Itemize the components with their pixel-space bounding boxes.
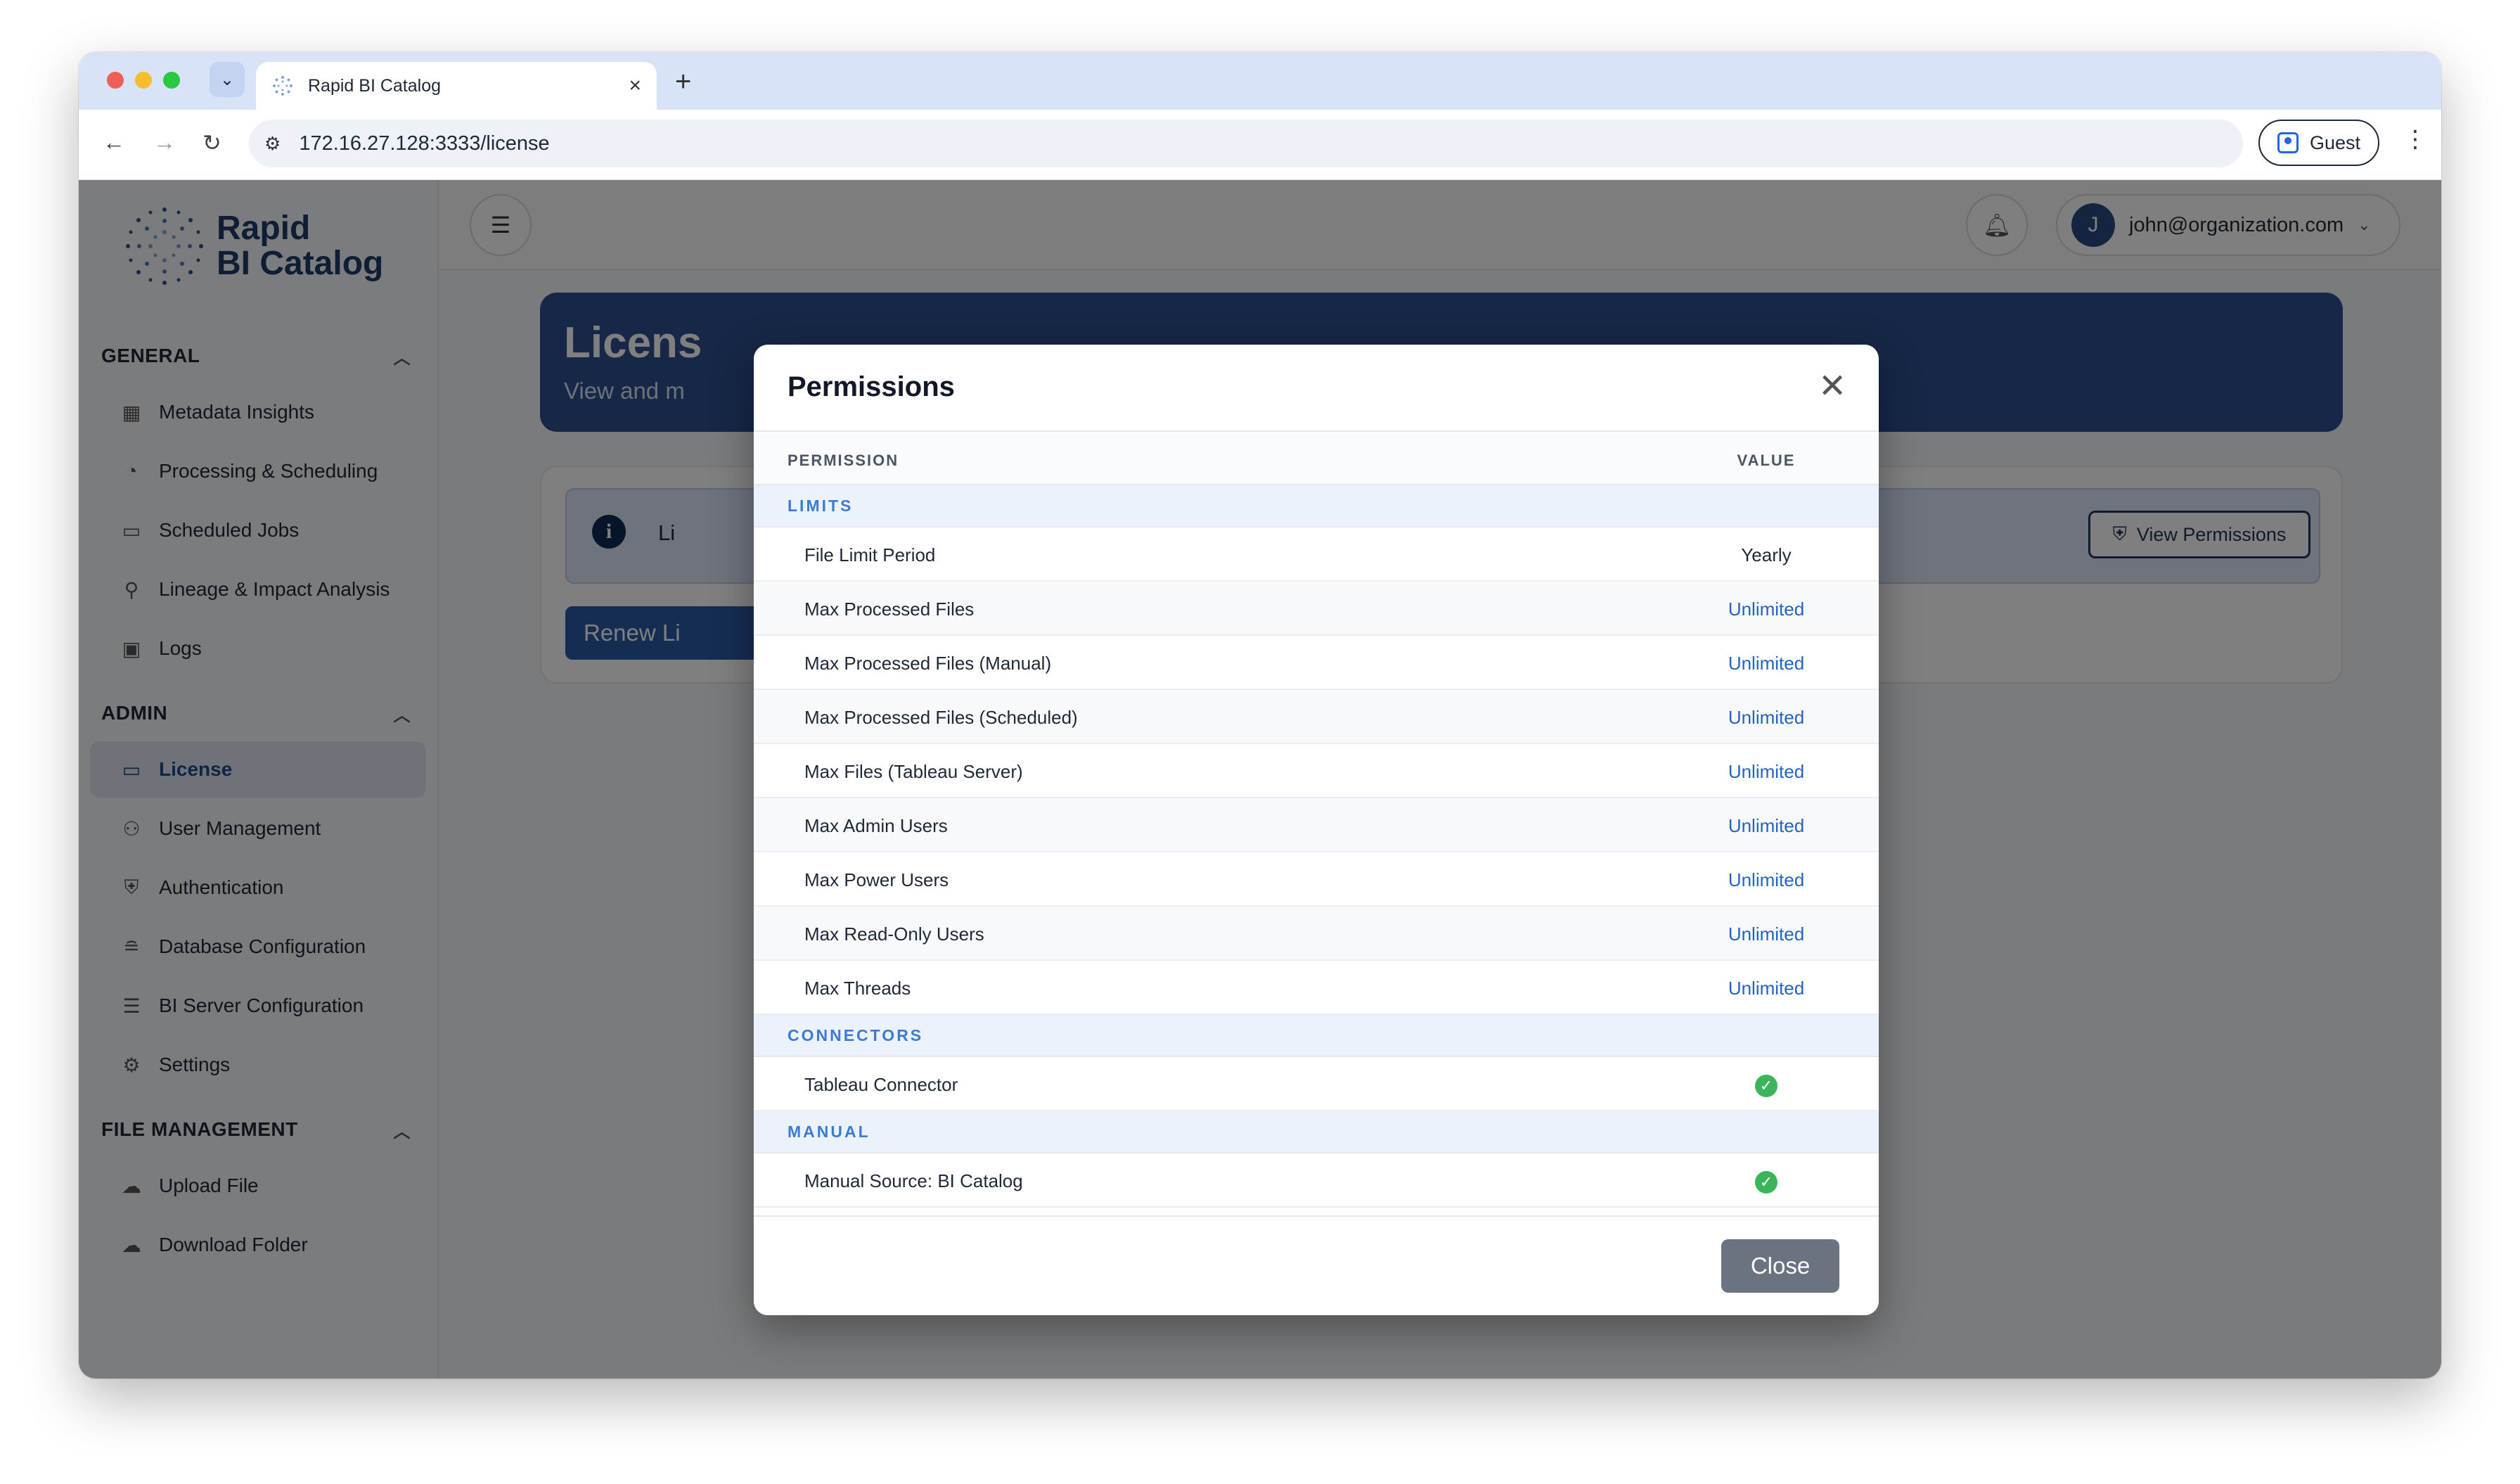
close-button[interactable]: Close	[1721, 1239, 1839, 1293]
permission-value: Unlimited	[1728, 869, 1805, 890]
table-row: Max Files (Tableau Server) Unlimited	[754, 744, 1879, 798]
tab-strip: ⌄ Rapid BI Catalog × +	[79, 52, 2441, 110]
modal-header: Permissions ✕	[754, 345, 1879, 432]
table-row: Manual Source: BI Catalog ✓	[754, 1153, 1879, 1208]
close-button-label: Close	[1750, 1253, 1811, 1279]
table-row: Max Power Users Unlimited	[754, 852, 1879, 907]
table-row: Max Admin Users Unlimited	[754, 798, 1879, 852]
permission-name: Max Read-Only Users	[804, 923, 984, 945]
browser-window: ⌄ Rapid BI Catalog × + ← → ↻ ⚙ 172.16.27…	[79, 52, 2441, 1379]
permissions-modal: Permissions ✕ PERMISSION VALUE LIMITS Fil…	[754, 345, 1879, 1315]
table-row: Max Processed Files Unlimited	[754, 582, 1879, 636]
permission-name: Max Processed Files (Scheduled)	[804, 707, 1078, 728]
permission-name: Max Files (Tableau Server)	[804, 761, 1023, 782]
app-favicon-icon	[273, 76, 292, 96]
chevron-down-icon: ⌄	[219, 70, 235, 89]
table-row: Max Processed Files (Scheduled) Unlimited	[754, 690, 1879, 744]
forward-arrow-icon[interactable]: →	[153, 129, 176, 155]
permissions-table-header: PERMISSION VALUE	[754, 433, 1879, 485]
permission-group-header: LIMITS	[754, 485, 1879, 527]
table-row: Tableau Connector ✓	[754, 1057, 1879, 1111]
column-header-value: VALUE	[1737, 452, 1796, 469]
site-settings-icon[interactable]: ⚙	[264, 133, 281, 155]
browser-menu-icon[interactable]: ⋮	[2403, 125, 2427, 153]
permission-name: Max Processed Files (Manual)	[804, 653, 1052, 674]
table-row: Max Threads Unlimited	[754, 961, 1879, 1015]
permission-value: Unlimited	[1728, 923, 1805, 945]
check-circle-icon: ✓	[1755, 1075, 1778, 1097]
permission-value: Unlimited	[1728, 707, 1805, 728]
permission-value: Unlimited	[1728, 653, 1805, 674]
table-row: File Limit Period Yearly	[754, 527, 1879, 582]
permission-group-rows: Manual Source: BI Catalog ✓	[754, 1153, 1879, 1208]
permission-value-check: ✓	[1710, 1170, 1822, 1194]
permissions-table-body[interactable]: LIMITS File Limit Period Yearly Max Process…	[754, 485, 1879, 1208]
tab-close-icon[interactable]: ×	[629, 74, 641, 98]
permission-name: Max Admin Users	[804, 815, 948, 836]
browser-tab[interactable]: Rapid BI Catalog ×	[256, 62, 657, 110]
modal-title: Permissions	[788, 371, 955, 402]
permission-value: Unlimited	[1728, 978, 1805, 999]
permission-group-header: MANUAL	[754, 1111, 1879, 1153]
maximize-window-button[interactable]	[163, 72, 180, 89]
profile-icon	[2277, 132, 2299, 153]
table-row: Max Processed Files (Manual) Unlimited	[754, 636, 1879, 690]
profile-button[interactable]: Guest	[2258, 120, 2379, 166]
permission-value: Unlimited	[1728, 599, 1805, 620]
permission-name: Manual Source: BI Catalog	[804, 1170, 1023, 1191]
modal-footer: Close	[754, 1215, 1879, 1315]
permission-name: Tableau Connector	[804, 1074, 958, 1095]
address-bar[interactable]: ⚙ 172.16.27.128:3333/license	[249, 120, 2243, 167]
new-tab-button[interactable]: +	[675, 66, 691, 98]
column-header-permission: PERMISSION	[788, 452, 899, 469]
permission-name: File Limit Period	[804, 544, 936, 565]
check-circle-icon: ✓	[1755, 1171, 1778, 1194]
profile-label: Guest	[2309, 132, 2361, 153]
permission-name: Max Processed Files	[804, 599, 975, 620]
permission-group-header: CONNECTORS	[754, 1015, 1879, 1057]
browser-toolbar: ← → ↻ ⚙ 172.16.27.128:3333/license Guest…	[79, 110, 2441, 180]
reload-icon[interactable]: ↻	[202, 129, 221, 156]
permission-name: Max Threads	[804, 978, 911, 999]
permission-group-rows: File Limit Period Yearly Max Processed Fil…	[754, 527, 1879, 1015]
close-window-button[interactable]	[107, 72, 124, 89]
tab-search-button[interactable]: ⌄	[210, 62, 245, 97]
permission-group-rows: Tableau Connector ✓	[754, 1057, 1879, 1111]
permission-value-check: ✓	[1710, 1074, 1822, 1097]
permission-value: Unlimited	[1728, 761, 1805, 782]
minimize-window-button[interactable]	[135, 72, 152, 89]
permission-name: Max Power Users	[804, 869, 949, 890]
permission-value: Yearly	[1741, 544, 1792, 565]
tab-title: Rapid BI Catalog	[308, 75, 442, 96]
back-arrow-icon[interactable]: ←	[103, 129, 125, 155]
url-text[interactable]: 172.16.27.128:3333/license	[299, 132, 549, 155]
table-row: Max Read-Only Users Unlimited	[754, 907, 1879, 961]
permission-value: Unlimited	[1728, 815, 1805, 836]
close-icon[interactable]: ✕	[1818, 370, 1846, 404]
